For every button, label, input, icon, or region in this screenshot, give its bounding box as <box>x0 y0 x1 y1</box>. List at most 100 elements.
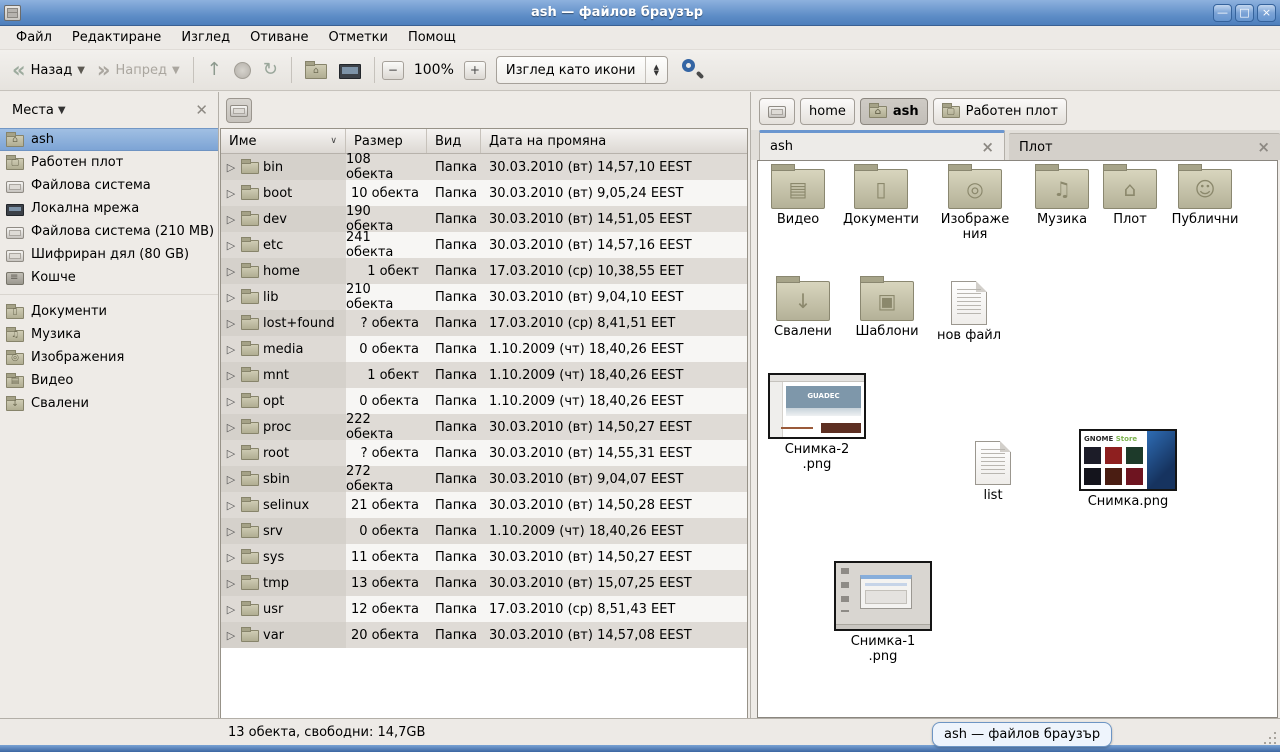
sidebar-item-Изображения[interactable]: ◎Изображения <box>0 346 218 369</box>
forward-history-caret[interactable]: ▼ <box>172 65 180 76</box>
icon-item-Музика[interactable]: ♫Музика <box>1030 169 1094 227</box>
icon-item-Снимка.png[interactable]: GNOME StoreСнимка.png <box>1072 429 1184 509</box>
menu-Помощ[interactable]: Помощ <box>398 27 466 48</box>
expander-icon[interactable]: ▷ <box>225 603 237 616</box>
computer-button[interactable] <box>333 59 367 82</box>
expander-icon[interactable]: ▷ <box>225 187 237 200</box>
tree-row-selinux[interactable]: ▷selinux21 обектаПапка30.03.2010 (вт) 14… <box>221 492 747 518</box>
icon-item-Снимка-1.png[interactable]: Снимка-1.png <box>830 561 936 664</box>
sidebar-close-icon[interactable]: ✕ <box>195 101 208 119</box>
sidebar-item-Файлова система (210 MB)[interactable]: Файлова система (210 MB) <box>0 220 218 243</box>
expander-icon[interactable]: ▷ <box>225 421 237 434</box>
tree-row-media[interactable]: ▷media0 обектаПапка1.10.2009 (чт) 18,40,… <box>221 336 747 362</box>
expander-icon[interactable]: ▷ <box>225 369 237 382</box>
icon-item-Снимка-2.png[interactable]: GUADECСнимка-2.png <box>764 373 870 472</box>
sidebar-caret-icon[interactable]: ▼ <box>58 105 66 116</box>
sidebar-item-Свалени[interactable]: ↓Свалени <box>0 392 218 415</box>
tree-row-etc[interactable]: ▷etc241 обектаПапка30.03.2010 (вт) 14,57… <box>221 232 747 258</box>
expander-icon[interactable]: ▷ <box>225 291 237 304</box>
sidebar-item-Локална мрежа[interactable]: Локална мрежа <box>0 197 218 220</box>
back-button[interactable]: « Назад ▼ <box>6 58 91 82</box>
icon-item-Плот[interactable]: ⌂Плот <box>1102 169 1158 227</box>
breadcrumb-root[interactable] <box>759 98 795 125</box>
tree-row-bin[interactable]: ▷bin108 обектаПапка30.03.2010 (вт) 14,57… <box>221 154 747 180</box>
expander-icon[interactable]: ▷ <box>225 317 237 330</box>
breadcrumb-ash[interactable]: ⌂ash <box>860 98 928 125</box>
sidebar-item-Файлова система[interactable]: Файлова система <box>0 174 218 197</box>
icon-item-Изображения[interactable]: ◎Изображения <box>932 169 1018 242</box>
icon-view[interactable]: ▤Видео▯Документи◎Изображения♫Музика⌂Плот… <box>757 160 1278 718</box>
tab-Плот[interactable]: Плот× <box>1009 133 1280 160</box>
expander-icon[interactable]: ▷ <box>225 629 237 642</box>
sidebar-item-Шифриран дял (80 GB)[interactable]: Шифриран дял (80 GB) <box>0 243 218 266</box>
breadcrumb-Работен плот[interactable]: ▢Работен плот <box>933 98 1067 125</box>
close-button[interactable]: × <box>1257 4 1276 22</box>
tree-row-lib[interactable]: ▷lib210 обектаПапка30.03.2010 (вт) 9,04,… <box>221 284 747 310</box>
expander-icon[interactable]: ▷ <box>225 395 237 408</box>
expander-icon[interactable]: ▷ <box>225 525 237 538</box>
breadcrumb-home[interactable]: home <box>800 98 855 125</box>
zoom-in-button[interactable]: + <box>464 61 486 80</box>
icon-item-Свалени[interactable]: ↓Свалени <box>768 281 838 339</box>
tree-row-srv[interactable]: ▷srv0 обектаПапка1.10.2009 (чт) 18,40,26… <box>221 518 747 544</box>
icon-item-Видео[interactable]: ▤Видео <box>766 169 830 227</box>
menu-Изглед[interactable]: Изглед <box>171 27 240 48</box>
tab-close-icon[interactable]: × <box>981 138 994 156</box>
tree-row-boot[interactable]: ▷boot10 обектаПапка30.03.2010 (вт) 9,05,… <box>221 180 747 206</box>
sidebar-item-Видео[interactable]: ▤Видео <box>0 369 218 392</box>
tree-row-proc[interactable]: ▷proc222 обектаПапка30.03.2010 (вт) 14,5… <box>221 414 747 440</box>
up-button[interactable]: ↑ <box>201 58 228 82</box>
expander-icon[interactable]: ▷ <box>225 343 237 356</box>
menu-Редактиране[interactable]: Редактиране <box>62 27 171 48</box>
expander-icon[interactable]: ▷ <box>225 265 237 278</box>
sidebar-title[interactable]: Места <box>12 103 54 118</box>
tree-row-dev[interactable]: ▷dev190 обектаПапка30.03.2010 (вт) 14,51… <box>221 206 747 232</box>
tree-row-root[interactable]: ▷root? обектаПапка30.03.2010 (вт) 14,55,… <box>221 440 747 466</box>
tree-row-mnt[interactable]: ▷mnt1 обектПапка1.10.2009 (чт) 18,40,26 … <box>221 362 747 388</box>
expander-icon[interactable]: ▷ <box>225 213 237 226</box>
icon-item-list[interactable]: list <box>964 441 1022 503</box>
menu-Отиване[interactable]: Отиване <box>240 27 318 48</box>
home-button[interactable]: ⌂ <box>299 59 333 82</box>
expander-icon[interactable]: ▷ <box>225 239 237 252</box>
tree-row-tmp[interactable]: ▷tmp13 обектаПапка30.03.2010 (вт) 15,07,… <box>221 570 747 596</box>
expander-icon[interactable]: ▷ <box>225 161 237 174</box>
expander-icon[interactable]: ▷ <box>225 551 237 564</box>
sidebar-item-Документи[interactable]: ▯Документи <box>0 300 218 323</box>
zoom-out-button[interactable]: − <box>382 61 404 80</box>
reload-button[interactable]: ↻ <box>257 58 284 82</box>
tab-close-icon[interactable]: × <box>1257 138 1270 156</box>
expander-icon[interactable]: ▷ <box>225 577 237 590</box>
column-header-Име[interactable]: Име∨ <box>221 129 346 153</box>
tree-row-lost+found[interactable]: ▷lost+found? обектаПапка17.03.2010 (ср) … <box>221 310 747 336</box>
maximize-button[interactable]: □ <box>1235 4 1254 22</box>
forward-button[interactable]: » Напред ▼ <box>91 58 186 82</box>
sidebar-item-Кошче[interactable]: Кошче <box>0 266 218 289</box>
search-button[interactable] <box>680 57 706 83</box>
icon-item-нов файл[interactable]: нов файл <box>932 281 1006 343</box>
column-header-Дата на промяна[interactable]: Дата на промяна <box>481 129 747 153</box>
tab-ash[interactable]: ash× <box>759 130 1005 160</box>
sidebar-item-Музика[interactable]: ♫Музика <box>0 323 218 346</box>
column-header-Вид[interactable]: Вид <box>427 129 481 153</box>
stop-button[interactable] <box>228 59 257 82</box>
tree-row-opt[interactable]: ▷opt0 обектаПапка1.10.2009 (чт) 18,40,26… <box>221 388 747 414</box>
filesystem-root-button[interactable] <box>226 98 252 123</box>
resize-grip[interactable] <box>1274 732 1276 734</box>
expander-icon[interactable]: ▷ <box>225 473 237 486</box>
tree-row-usr[interactable]: ▷usr12 обектаПапка17.03.2010 (ср) 8,51,4… <box>221 596 747 622</box>
tree-row-sbin[interactable]: ▷sbin272 обектаПапка30.03.2010 (вт) 9,04… <box>221 466 747 492</box>
view-mode-spinner[interactable]: ▲▼ <box>645 57 667 83</box>
tree-row-var[interactable]: ▷var20 обектаПапка30.03.2010 (вт) 14,57,… <box>221 622 747 648</box>
sidebar-item-ash[interactable]: ⌂ash <box>0 128 218 151</box>
icon-item-Документи[interactable]: ▯Документи <box>838 169 924 227</box>
menu-Файл[interactable]: Файл <box>6 27 62 48</box>
minimize-button[interactable]: — <box>1213 4 1232 22</box>
tree-row-sys[interactable]: ▷sys11 обектаПапка30.03.2010 (вт) 14,50,… <box>221 544 747 570</box>
tree-row-home[interactable]: ▷home1 обектПапка17.03.2010 (ср) 10,38,5… <box>221 258 747 284</box>
view-mode-select[interactable]: Изглед като икони ▲▼ <box>496 56 668 84</box>
icon-item-Публични[interactable]: ☺Публични <box>1166 169 1244 227</box>
expander-icon[interactable]: ▷ <box>225 499 237 512</box>
expander-icon[interactable]: ▷ <box>225 447 237 460</box>
sidebar-item-Работен плот[interactable]: ▢Работен плот <box>0 151 218 174</box>
